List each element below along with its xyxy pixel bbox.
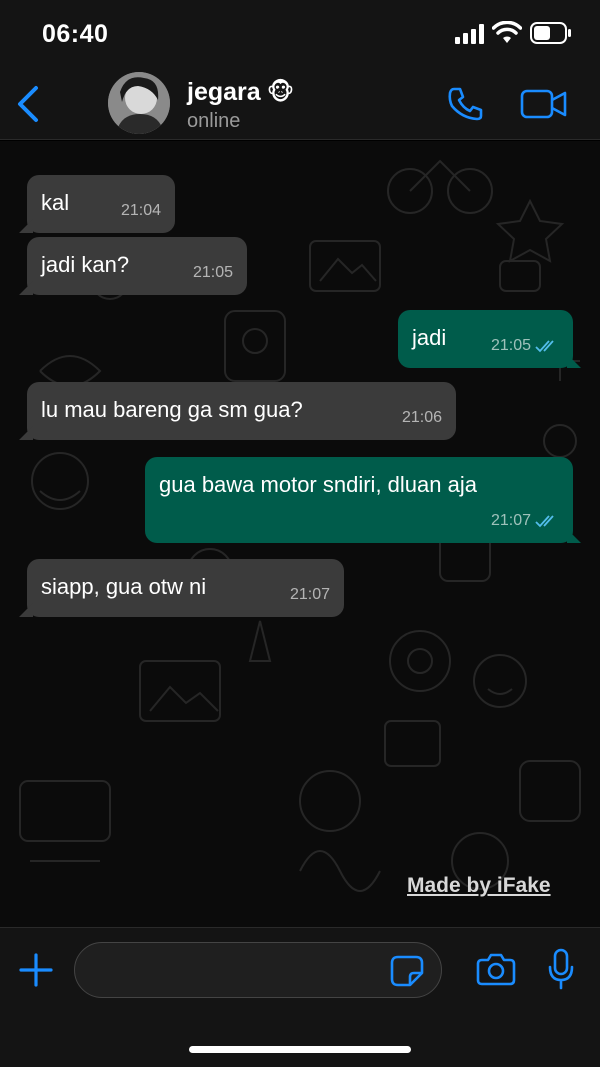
avatar[interactable] <box>108 72 170 134</box>
message-text: jadi <box>412 325 447 350</box>
message-text: gua bawa motor sndiri, dluan aja <box>159 472 477 497</box>
status-time: 06:40 <box>42 20 109 48</box>
monkey-emoji: 🐵 <box>266 79 295 106</box>
message-input[interactable] <box>74 942 442 998</box>
message-bubble-outgoing[interactable]: gua bawa motor sndiri, dluan aja 21:07 <box>145 457 581 543</box>
message-bubble-incoming[interactable]: lu mau bareng ga sm gua? 21:06 <box>19 382 456 440</box>
message-time: 21:07 <box>491 507 559 535</box>
message-text: kal <box>41 190 70 215</box>
message-composer <box>0 927 600 1067</box>
sticker-icon[interactable] <box>390 955 424 987</box>
chat-area[interactable]: kal 21:04 jadi kan? 21:05 jadi 21:05 lu … <box>0 141 600 927</box>
phone-icon[interactable] <box>446 86 486 122</box>
signal-icon <box>455 24 484 44</box>
message-time: 21:05 <box>192 264 233 281</box>
contact-name[interactable]: jegara 🐵 <box>187 78 294 107</box>
read-ticks-icon <box>535 340 554 353</box>
read-ticks-icon <box>535 515 554 528</box>
message-bubble-outgoing[interactable]: jadi 21:05 <box>398 310 581 368</box>
wifi-icon <box>492 21 522 43</box>
message-bubble-incoming[interactable]: kal 21:04 <box>19 175 175 233</box>
message-bubble-incoming[interactable]: siapp, gua otw ni 21:07 <box>19 559 344 617</box>
message-text: jadi kan? <box>41 252 130 277</box>
video-camera-icon[interactable] <box>520 88 568 120</box>
status-bar: 06:40 <box>0 0 600 70</box>
message-time: 21:04 <box>120 202 161 219</box>
camera-icon[interactable] <box>476 952 516 986</box>
message-time: 21:07 <box>289 586 330 603</box>
battery-icon <box>530 22 571 44</box>
plus-icon[interactable] <box>18 952 54 988</box>
message-time: 21:06 <box>401 409 442 426</box>
contact-name-text: jegara <box>187 78 261 106</box>
chat-header: jegara 🐵 online <box>0 70 600 140</box>
home-indicator[interactable] <box>189 1046 411 1053</box>
message-text: lu mau bareng ga sm gua? <box>41 397 303 422</box>
contact-status: online <box>187 110 241 132</box>
microphone-icon[interactable] <box>547 948 575 990</box>
message-text: siapp, gua otw ni <box>41 574 207 599</box>
watermark-link[interactable]: Made by iFake <box>407 874 551 898</box>
message-bubble-incoming[interactable]: jadi kan? 21:05 <box>19 237 247 295</box>
message-time: 21:05 <box>491 332 559 360</box>
back-chevron-icon[interactable] <box>14 82 44 126</box>
